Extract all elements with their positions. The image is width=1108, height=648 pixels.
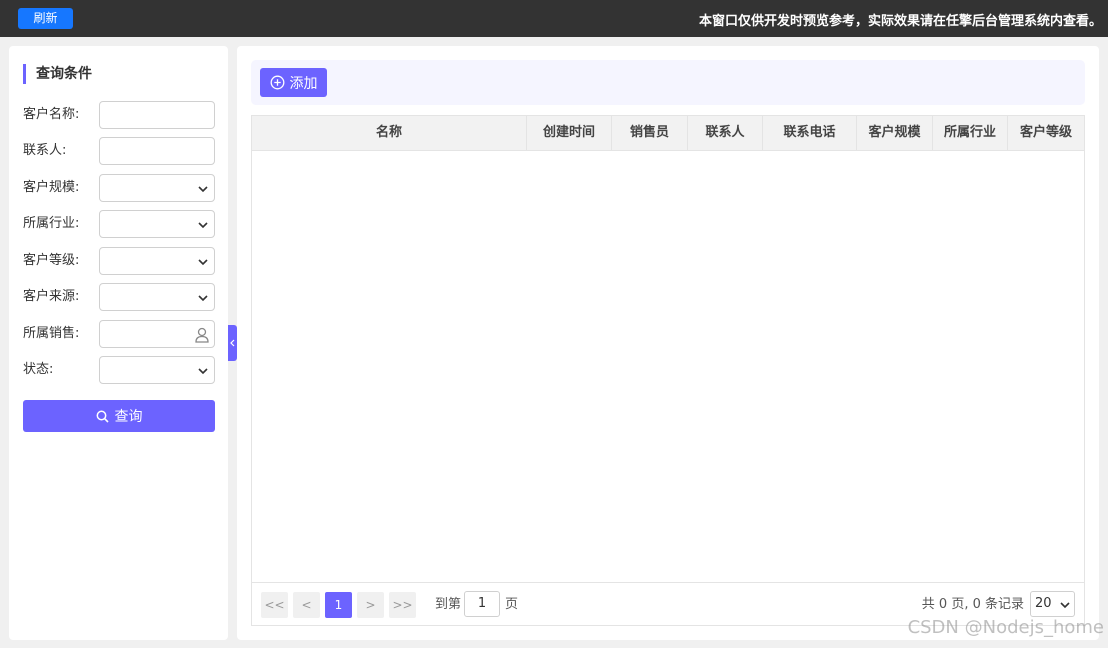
filter-row-status: 状态: [23,356,216,384]
pagination-summary: 共 0 页, 0 条记录 [921,597,1024,612]
chevron-down-icon [198,259,208,266]
column-header-salesperson[interactable]: 销售员 [612,116,688,150]
query-button[interactable]: 查询 [23,400,215,432]
table-toolbar: 添加 [251,60,1085,105]
watermark: CSDN @Nodejs_home [907,617,1104,638]
page-size-select[interactable]: 20 [1030,591,1075,617]
table-header: 名称 创建时间 销售员 联系人 联系电话 客户规模 所属行业 客户等级 [252,116,1084,151]
customer-source-select[interactable] [99,283,215,311]
goto-page-suffix: 页 [505,597,519,612]
filter-row-contact: 联系人: [23,137,216,165]
chevron-down-icon [198,222,208,229]
chevron-down-icon [198,368,208,375]
customer-scale-select[interactable] [99,174,215,202]
goto-page-input[interactable]: 1 [464,591,500,617]
contact-input[interactable] [99,137,215,165]
column-header-scale[interactable]: 客户规模 [857,116,933,150]
status-label: 状态: [23,362,54,377]
column-header-level[interactable]: 客户等级 [1008,116,1084,150]
customer-level-select[interactable] [99,247,215,275]
filter-row-level: 客户等级: [23,247,216,275]
filter-row-source: 客户来源: [23,283,216,311]
page-button-current[interactable]: 1 [325,592,352,618]
prev-page-button[interactable]: < [293,592,320,618]
page-size-value: 20 [1035,596,1052,611]
first-page-button[interactable]: << [261,592,288,618]
sales-owner-picker[interactable] [99,320,215,348]
column-header-contact[interactable]: 联系人 [688,116,763,150]
column-header-created-time[interactable]: 创建时间 [527,116,612,150]
query-button-label: 查询 [114,409,143,425]
column-header-industry[interactable]: 所属行业 [933,116,1008,150]
filter-panel-title: 查询条件 [23,64,92,84]
customer-scale-label: 客户规模: [23,180,80,195]
chevron-down-icon [1060,602,1070,609]
next-page-button[interactable]: > [357,592,384,618]
collapse-panel-toggle[interactable] [228,325,237,361]
filter-row-industry: 所属行业: [23,210,216,238]
filter-row-scale: 客户规模: [23,174,216,202]
column-header-name[interactable]: 名称 [252,116,527,150]
sales-owner-label: 所属销售: [23,326,80,341]
customer-name-label: 客户名称: [23,107,80,122]
content-panel: 添加 名称 创建时间 销售员 联系人 联系电话 客户规模 所属行业 客户等级 <… [237,46,1099,640]
chevron-left-icon [230,339,235,347]
filter-panel: 查询条件 客户名称: 联系人: 客户规模: 所属行业: 客户等级: 客户来源: … [9,46,228,640]
refresh-button[interactable]: 刷新 [18,8,73,29]
industry-label: 所属行业: [23,216,80,231]
plus-circle-icon [270,75,284,90]
chevron-down-icon [198,295,208,302]
customer-table: 名称 创建时间 销售员 联系人 联系电话 客户规模 所属行业 客户等级 << <… [251,115,1085,626]
add-button[interactable]: 添加 [260,68,327,97]
goto-page-prefix: 到第 [435,597,462,612]
filter-row-sales: 所属销售: [23,320,216,348]
column-header-phone[interactable]: 联系电话 [763,116,857,150]
top-bar: 刷新 本窗口仅供开发时预览参考，实际效果请在任擎后台管理系统内查看。 [0,0,1108,37]
customer-name-input[interactable] [99,101,215,129]
customer-level-label: 客户等级: [23,253,80,268]
contact-label: 联系人: [23,143,67,158]
industry-select[interactable] [99,210,215,238]
status-select[interactable] [99,356,215,384]
user-icon[interactable] [195,327,209,343]
search-icon [96,410,109,423]
customer-source-label: 客户来源: [23,289,80,304]
chevron-down-icon [198,186,208,193]
last-page-button[interactable]: >> [389,592,416,618]
preview-notice: 本窗口仅供开发时预览参考，实际效果请在任擎后台管理系统内查看。 [698,14,1102,29]
add-button-label: 添加 [289,75,318,92]
filter-row-customer-name: 客户名称: [23,101,216,129]
